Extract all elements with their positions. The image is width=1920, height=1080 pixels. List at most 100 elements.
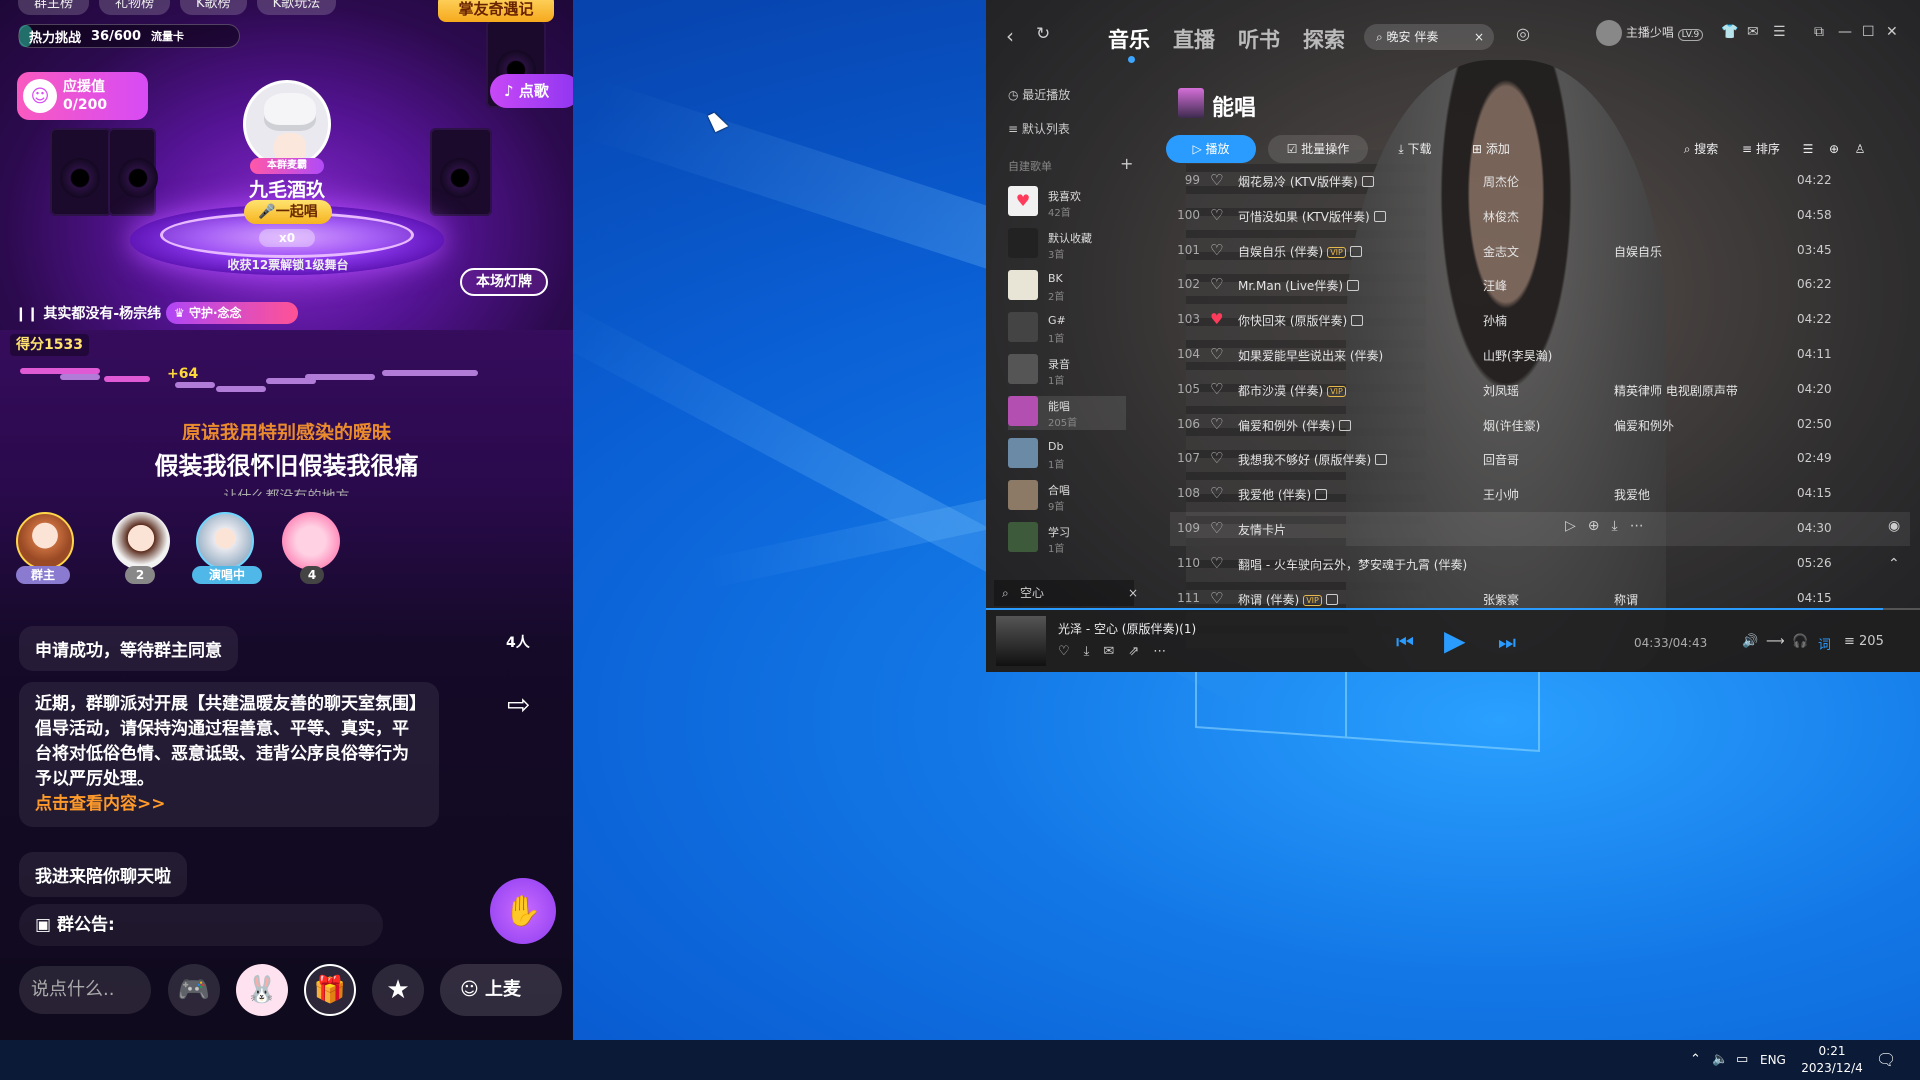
tray-overflow-icon[interactable]: ⌃ (1690, 1052, 1701, 1067)
song-artist[interactable]: 汪峰 (1483, 277, 1507, 294)
song-artist[interactable]: 周杰伦 (1483, 173, 1519, 190)
light-sign-button[interactable]: 本场灯牌 (460, 268, 548, 296)
tab-live[interactable]: 直播 (1173, 24, 1215, 54)
play-mode-icon[interactable]: ⟶ (1766, 634, 1785, 649)
volume-icon[interactable]: 🔈 (1712, 1052, 1728, 1067)
mini-mode-icon[interactable]: ⧉ (1814, 24, 1824, 40)
playlist-item[interactable]: 录音 1首 (1008, 354, 1126, 388)
star-effect-icon[interactable]: ★ (372, 964, 424, 1016)
like-heart-icon[interactable]: ♡ (1210, 380, 1223, 398)
close-icon[interactable]: ✕ (1886, 24, 1898, 40)
share-icon[interactable]: ⇨ (507, 688, 530, 721)
like-heart-icon[interactable]: ♡ (1210, 484, 1223, 502)
notification-icon[interactable]: 🗨 (1876, 1050, 1896, 1069)
song-row[interactable]: 99 ♡ 烟花易冷 (KTV版伴奏) 周杰伦 04:22 (1170, 164, 1910, 198)
playlist-item-active[interactable]: 能唱 205首 (1008, 396, 1126, 430)
song-artist[interactable]: 张紫豪 (1483, 591, 1519, 608)
like-heart-icon[interactable]: ♡ (1210, 275, 1223, 293)
event-banner[interactable]: 掌友奇遇记 (438, 0, 554, 22)
row-play-icon[interactable]: ▷ (1565, 518, 1588, 534)
song-artist[interactable]: 回音哥 (1483, 451, 1519, 468)
like-heart-icon[interactable]: ♡ (1210, 449, 1223, 467)
singer-avatar[interactable] (243, 80, 331, 168)
like-heart-icon[interactable]: ♡ (1210, 206, 1223, 224)
cheer-value-button[interactable]: ☺ 应援值 0/200 (17, 72, 148, 120)
song-row[interactable]: 105 ♡ 都市沙漠 (伴奏) VIP 刘凤瑶 精英律师 电视剧原声带 04:20 (1170, 373, 1910, 407)
song-row[interactable]: 106 ♡ 偏爱和例外 (伴奏) 烟(许佳豪) 偏爱和例外 02:50 (1170, 408, 1910, 442)
download-button[interactable]: ⤓ 下载 (1380, 135, 1450, 163)
like-heart-icon[interactable]: ♥ (1210, 310, 1223, 328)
network-icon[interactable]: ▭ (1736, 1052, 1748, 1067)
playlist-queue-button[interactable]: ≡ 205 (1844, 634, 1884, 649)
song-artist[interactable]: 刘凤瑶 (1483, 382, 1519, 399)
mv-icon[interactable] (1373, 210, 1386, 222)
view-content-link[interactable]: 点击查看内容>> (35, 794, 166, 814)
go-on-mic-button[interactable]: ☺ 上麦 (440, 964, 562, 1016)
chat-input[interactable]: 说点什么.. (19, 966, 151, 1014)
taskbar-clock[interactable]: 0:21 2023/12/4 (1792, 1043, 1872, 1077)
game-controller-icon[interactable]: 🎮 (168, 964, 220, 1016)
add-button[interactable]: ⊞ 添加 (1456, 135, 1526, 163)
sidebar-item-default-list[interactable]: ≡ 默认列表 (1008, 120, 1070, 137)
song-row[interactable]: 100 ♡ 可惜没如果 (KTV版伴奏) 林俊杰 04:58 (1170, 199, 1910, 233)
locate-icon[interactable]: ⊕ (1822, 135, 1846, 163)
batch-operation-button[interactable]: ☑ 批量操作 (1268, 135, 1368, 163)
search-input[interactable]: ⌕ 晚安 伴奏 × (1364, 24, 1494, 50)
song-row[interactable]: 103 ♥ 你快回来 (原版伴奏) 孙楠 04:22 (1170, 303, 1910, 337)
play-all-button[interactable]: ▷ 播放 (1166, 135, 1256, 163)
clear-icon[interactable]: × (1474, 24, 1484, 50)
guard-badge[interactable]: ♛ 守护·念念 (166, 302, 298, 324)
mv-icon[interactable] (1315, 489, 1328, 501)
volume-icon[interactable]: 🔊 (1742, 634, 1758, 649)
rank-tab[interactable]: 群主榜 (18, 0, 90, 15)
next-track-icon[interactable]: ⏭ (1498, 630, 1516, 654)
refresh-icon[interactable]: ↻ (1036, 24, 1050, 44)
heat-challenge-bar[interactable]: 热力挑战 36/600 流量卡 (18, 24, 240, 48)
mv-icon[interactable] (1375, 454, 1388, 466)
minimize-icon[interactable]: — (1838, 24, 1852, 40)
list-view-icon[interactable]: ☰ (1796, 135, 1820, 163)
add-playlist-icon[interactable]: + (1120, 154, 1133, 173)
previous-track-icon[interactable]: ⏮ (1396, 630, 1414, 654)
sort-button[interactable]: ≡ 排序 (1732, 135, 1790, 163)
now-playing-cover[interactable] (996, 616, 1046, 666)
song-row[interactable]: 102 ♡ Mr.Man (Live伴奏) 汪峰 06:22 (1170, 268, 1910, 302)
playlist-item[interactable]: 合唱 9首 (1008, 480, 1126, 514)
search-list-button[interactable]: ⌕ 搜索 (1672, 135, 1730, 163)
playlist-item[interactable]: Db 1首 (1008, 438, 1126, 472)
clear-icon[interactable]: × (1128, 580, 1138, 606)
song-row[interactable]: 109 ♡ 友情卡片 04:30 ▷⊕⤓⋯ (1170, 512, 1910, 546)
order-song-button[interactable]: ♪ 点歌 (490, 74, 573, 108)
playlist-item[interactable]: G# 1首 (1008, 312, 1126, 346)
song-album[interactable]: 称谓 (1614, 591, 1638, 608)
scroll-top-icon[interactable]: ⌃ (1888, 556, 1900, 572)
sing-together-button[interactable]: 🎤一起唱 (244, 200, 332, 224)
gift-icon[interactable]: 🎁 (304, 964, 356, 1016)
song-album[interactable]: 精英律师 电视剧原声带 (1614, 382, 1738, 399)
row-more-icon[interactable]: ⋯ (1630, 518, 1656, 534)
tab-explore[interactable]: 探索 (1303, 24, 1345, 54)
mv-icon[interactable] (1339, 419, 1352, 431)
tab-music[interactable]: 音乐 (1108, 24, 1150, 54)
mv-icon[interactable] (1347, 280, 1359, 292)
tab-audiobook[interactable]: 听书 (1238, 24, 1280, 54)
sidebar-search-input[interactable]: ⌕ 空心 × (994, 580, 1138, 606)
maximize-icon[interactable]: ☐ (1862, 24, 1875, 40)
user-icon[interactable]: ♙ (1848, 135, 1872, 163)
song-artist[interactable]: 孙楠 (1483, 312, 1507, 329)
playlist-item[interactable]: 学习 1首 (1008, 522, 1126, 556)
row-download-icon[interactable]: ⤓ (1612, 518, 1630, 534)
mic-seat-avatar[interactable] (16, 512, 74, 570)
like-heart-icon[interactable]: ♡ (1210, 415, 1223, 433)
like-heart-icon[interactable]: ♡ (1210, 241, 1223, 259)
song-artist[interactable]: 烟(许佳豪) (1483, 417, 1540, 434)
like-icon[interactable]: ♡ (1058, 644, 1084, 659)
playlist-item[interactable]: BK 2首 (1008, 270, 1126, 304)
group-notice[interactable]: ▣ 群公告: (19, 904, 383, 946)
people-count[interactable]: 4人 (506, 632, 530, 652)
lyrics-icon[interactable]: 词 (1818, 634, 1831, 653)
rank-tab[interactable]: K歌榜 (180, 0, 247, 15)
song-album[interactable]: 自娱自乐 (1614, 243, 1662, 260)
mail-icon[interactable]: ✉ (1747, 24, 1759, 40)
more-icon[interactable]: ⋯ (1153, 644, 1180, 659)
